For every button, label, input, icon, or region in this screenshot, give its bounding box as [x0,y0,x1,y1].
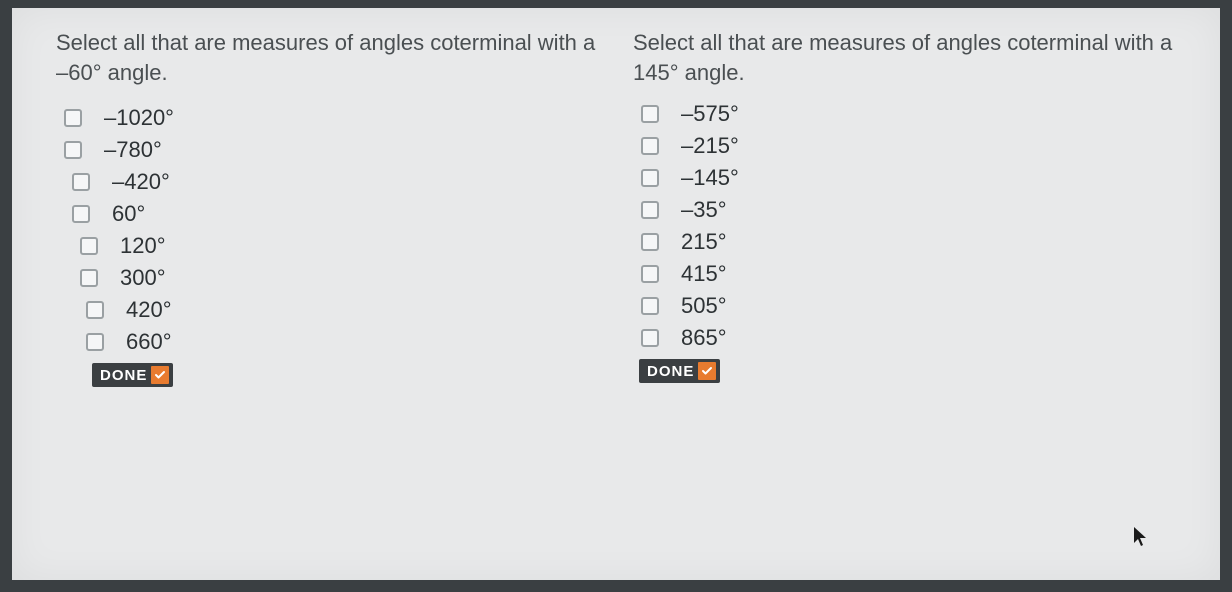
option-row[interactable]: 60° [56,201,613,227]
question-left: Select all that are measures of angles c… [56,28,633,550]
option-row[interactable]: –35° [633,197,1190,223]
option-label: –780° [104,137,162,163]
option-row[interactable]: –1020° [56,105,613,131]
done-label: DONE [100,367,147,384]
checkbox-icon[interactable] [64,141,82,159]
option-row[interactable]: –575° [633,101,1190,127]
prompt-right: Select all that are measures of angles c… [633,28,1190,87]
option-label: 415° [681,261,727,287]
option-label: 215° [681,229,727,255]
checkbox-icon[interactable] [86,301,104,319]
option-row[interactable]: 865° [633,325,1190,351]
option-row[interactable]: 415° [633,261,1190,287]
option-row[interactable]: 660° [56,329,613,355]
checkbox-icon[interactable] [641,169,659,187]
option-label: 420° [126,297,172,323]
options-right: –575° –215° –145° –35° 215° 415° [633,101,1190,383]
checkbox-icon[interactable] [641,137,659,155]
option-row[interactable]: –420° [56,169,613,195]
option-label: –420° [112,169,170,195]
option-row[interactable]: 420° [56,297,613,323]
prompt-left: Select all that are measures of angles c… [56,28,613,87]
option-row[interactable]: –145° [633,165,1190,191]
checkbox-icon[interactable] [641,105,659,123]
option-row[interactable]: 120° [56,233,613,259]
option-label: –145° [681,165,739,191]
check-icon [151,366,169,384]
checkbox-icon[interactable] [641,233,659,251]
option-row[interactable]: 505° [633,293,1190,319]
done-button[interactable]: DONE [92,363,173,387]
checkbox-icon[interactable] [64,109,82,127]
done-label: DONE [647,363,694,380]
option-label: 505° [681,293,727,319]
check-icon [698,362,716,380]
option-label: –215° [681,133,739,159]
checkbox-icon[interactable] [80,269,98,287]
option-row[interactable]: 300° [56,265,613,291]
content-panel: Select all that are measures of angles c… [12,8,1220,580]
checkbox-icon[interactable] [641,201,659,219]
question-right: Select all that are measures of angles c… [633,28,1190,550]
checkbox-icon[interactable] [72,173,90,191]
option-label: 660° [126,329,172,355]
cursor-icon [1134,527,1150,552]
option-label: 60° [112,201,145,227]
checkbox-icon[interactable] [80,237,98,255]
option-label: 300° [120,265,166,291]
checkbox-icon[interactable] [641,329,659,347]
checkbox-icon[interactable] [641,265,659,283]
option-label: –1020° [104,105,174,131]
done-button[interactable]: DONE [639,359,720,383]
option-label: 865° [681,325,727,351]
option-label: –575° [681,101,739,127]
option-label: –35° [681,197,727,223]
checkbox-icon[interactable] [72,205,90,223]
options-left: –1020° –780° –420° 60° 120° 300° [56,105,613,387]
checkbox-icon[interactable] [86,333,104,351]
option-label: 120° [120,233,166,259]
option-row[interactable]: –215° [633,133,1190,159]
checkbox-icon[interactable] [641,297,659,315]
option-row[interactable]: –780° [56,137,613,163]
option-row[interactable]: 215° [633,229,1190,255]
